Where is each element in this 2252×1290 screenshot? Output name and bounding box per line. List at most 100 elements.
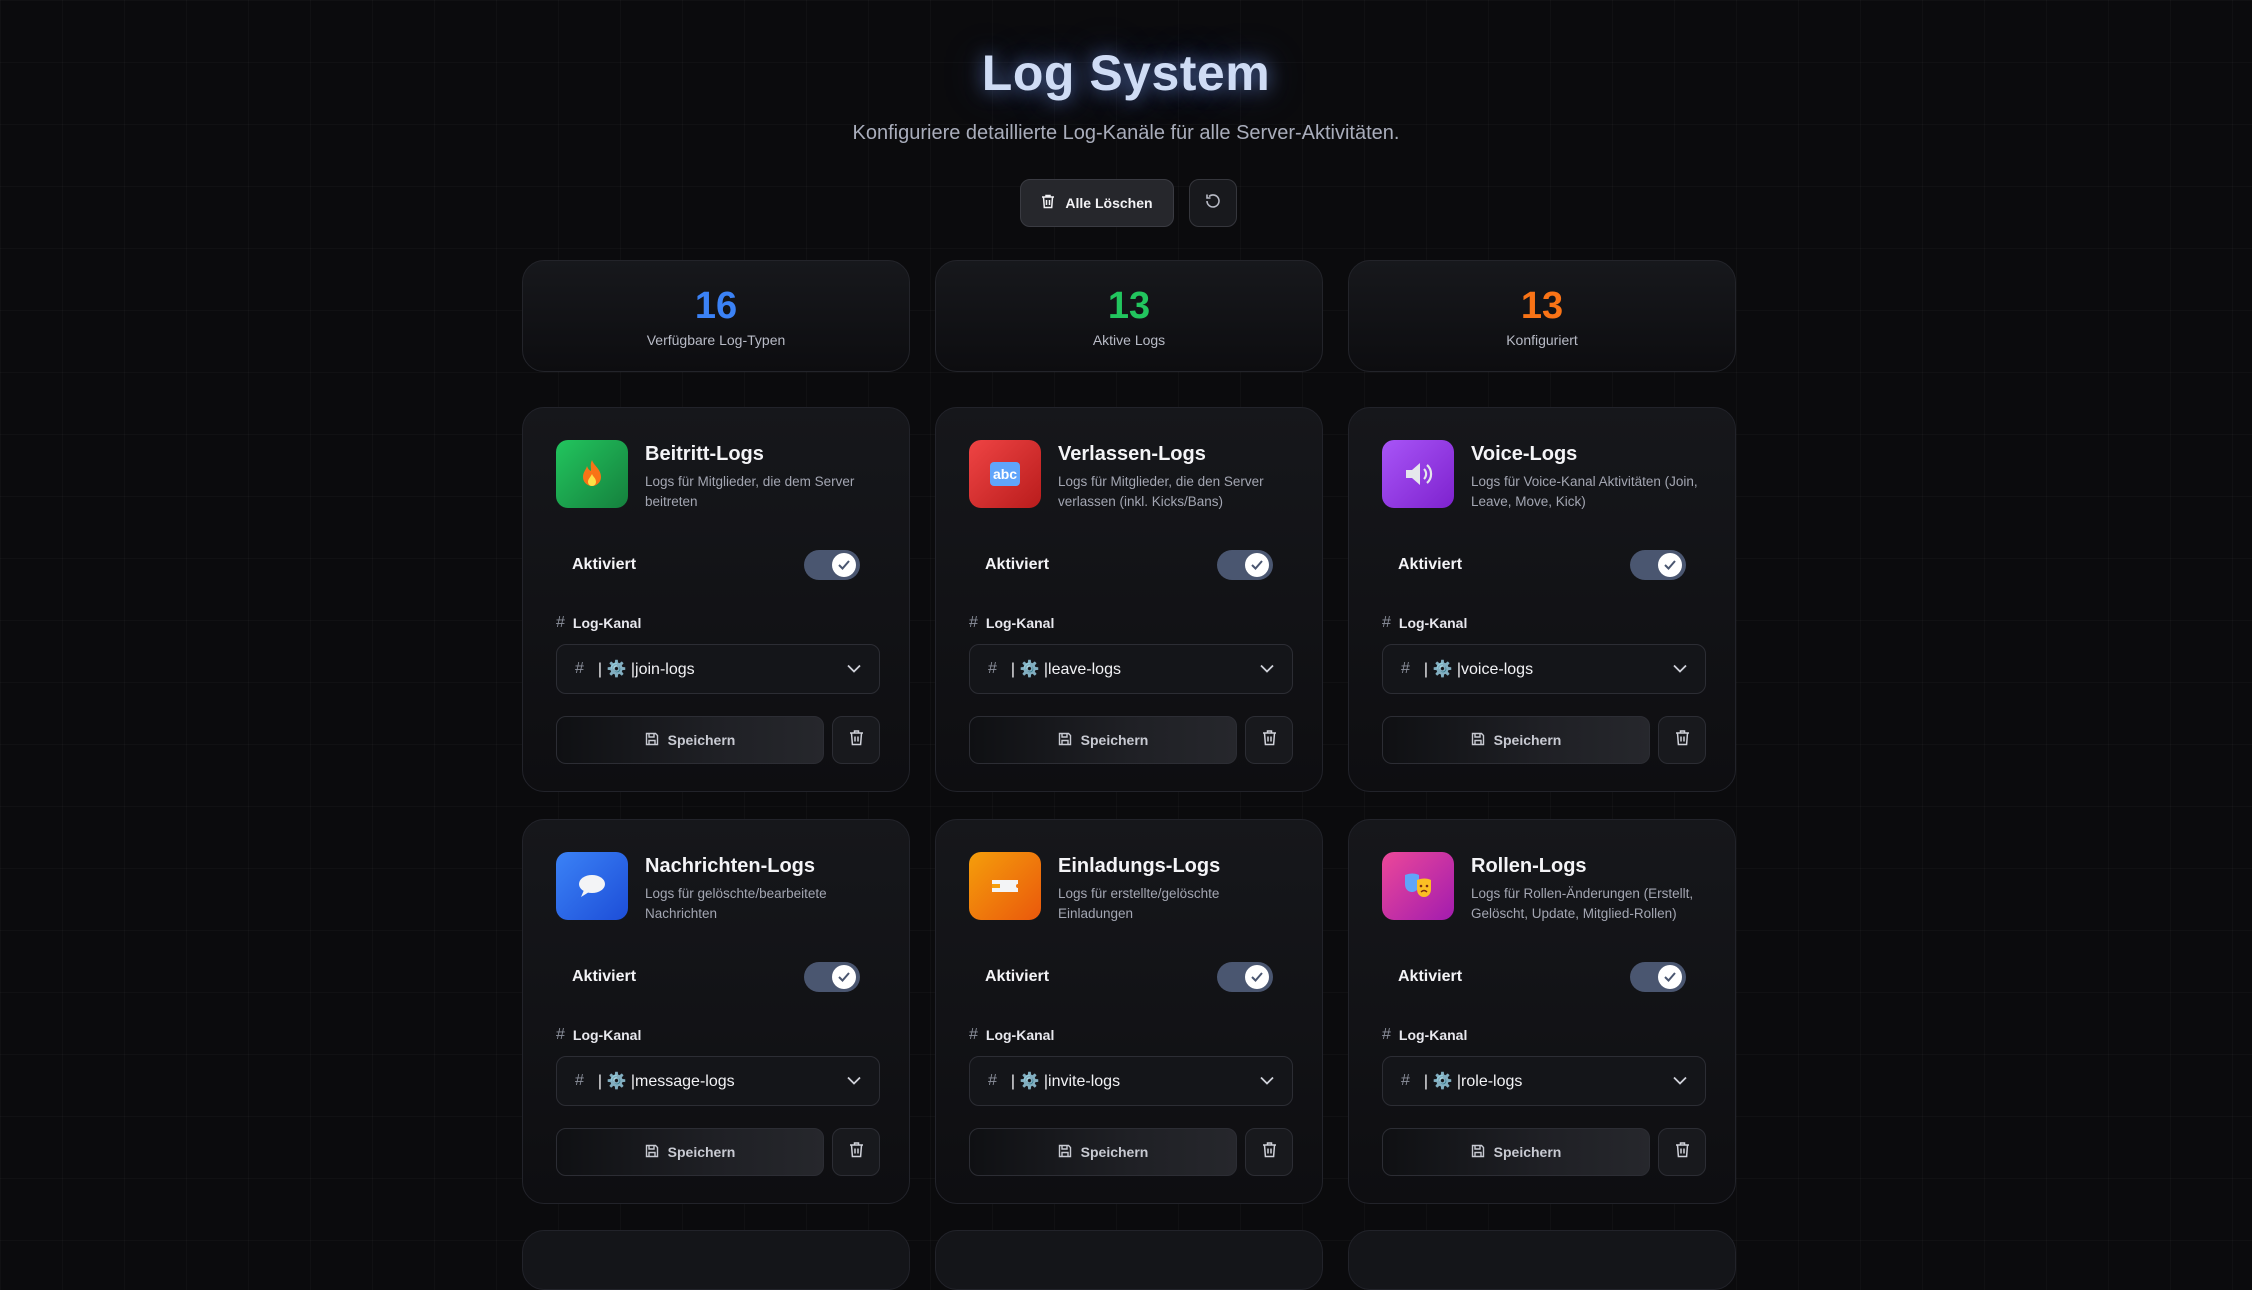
page-title: Log System <box>981 45 1271 101</box>
save-icon <box>1471 1144 1485 1161</box>
log-channel-heading: # Log-Kanal <box>1382 614 1467 632</box>
log-channel-heading: # Log-Kanal <box>1382 1026 1467 1044</box>
check-icon <box>1658 965 1682 989</box>
delete-button[interactable] <box>1658 716 1706 764</box>
enabled-label: Aktiviert <box>572 968 637 985</box>
selected-channel: | ⚙️ |leave-logs <box>1010 661 1121 678</box>
log-channel-select[interactable]: # | ⚙️ |leave-logs <box>969 644 1293 694</box>
enabled-row: Aktiviert <box>556 950 876 1004</box>
save-label: Speichern <box>1493 732 1562 748</box>
log-card-partial <box>935 1230 1323 1290</box>
hash-icon: # <box>556 1026 565 1043</box>
card-title: Nachrichten-Logs <box>645 855 816 877</box>
delete-button[interactable] <box>1658 1128 1706 1176</box>
enabled-label: Aktiviert <box>985 968 1050 985</box>
log-channel-select[interactable]: # | ⚙️ |message-logs <box>556 1056 880 1106</box>
fire-icon <box>556 440 628 508</box>
trash-icon <box>1675 1141 1690 1163</box>
delete-button[interactable] <box>1245 1128 1293 1176</box>
save-button[interactable]: Speichern <box>969 716 1237 764</box>
card-title: Verlassen-Logs <box>1058 443 1206 465</box>
hash-icon: # <box>556 614 565 631</box>
stat-label: Verfügbare Log-Typen <box>646 332 786 348</box>
theater-masks-icon <box>1382 852 1454 920</box>
save-button[interactable]: Speichern <box>556 1128 824 1176</box>
log-card-join: Beitritt-Logs Logs für Mitglieder, die d… <box>522 407 910 792</box>
log-card-partial <box>522 1230 910 1290</box>
enabled-toggle[interactable] <box>1630 962 1686 992</box>
log-channel-label: Log-Kanal <box>572 615 642 631</box>
check-icon <box>1245 553 1269 577</box>
delete-button[interactable] <box>832 716 880 764</box>
save-label: Speichern <box>1080 732 1149 748</box>
log-card-partial <box>1348 1230 1736 1290</box>
log-card-leave: abc Verlassen-Logs Logs für Mitglieder, … <box>935 407 1323 792</box>
stat-active-logs: 13 Aktive Logs <box>935 260 1323 372</box>
selected-channel: | ⚙️ |voice-logs <box>1423 661 1534 678</box>
check-icon <box>832 965 856 989</box>
card-title: Einladungs-Logs <box>1058 855 1221 877</box>
log-channel-label: Log-Kanal <box>572 1027 642 1043</box>
card-description: Logs für Rollen-Änderungen (Erstellt, Ge… <box>1471 886 1694 921</box>
log-channel-select[interactable]: # | ⚙️ |invite-logs <box>969 1056 1293 1106</box>
enabled-toggle[interactable] <box>1217 962 1273 992</box>
abc-icon: abc <box>969 440 1041 508</box>
hash-icon: # <box>575 1072 584 1089</box>
stat-available-log-types: 16 Verfügbare Log-Typen <box>522 260 910 372</box>
selected-channel: | ⚙️ |join-logs <box>597 661 695 678</box>
enabled-toggle[interactable] <box>804 962 860 992</box>
save-label: Speichern <box>1080 1144 1149 1160</box>
log-card-invites: Einladungs-Logs Logs für erstellte/gelös… <box>935 819 1323 1204</box>
enabled-row: Aktiviert <box>969 538 1289 592</box>
speech-bubble-icon <box>556 852 628 920</box>
save-button[interactable]: Speichern <box>1382 1128 1650 1176</box>
stat-configured: 13 Konfiguriert <box>1348 260 1736 372</box>
log-channel-label: Log-Kanal <box>1398 1027 1468 1043</box>
selected-channel: | ⚙️ |invite-logs <box>1010 1073 1121 1090</box>
hash-icon: # <box>969 1026 978 1043</box>
trash-icon <box>1041 194 1055 212</box>
save-icon <box>645 732 659 749</box>
trash-icon <box>849 1141 864 1163</box>
log-channel-select[interactable]: # | ⚙️ |role-logs <box>1382 1056 1706 1106</box>
card-description: Logs für Voice-Kanal Aktivitäten (Join, … <box>1471 474 1698 509</box>
enabled-row: Aktiviert <box>556 538 876 592</box>
log-channel-label: Log-Kanal <box>985 615 1055 631</box>
card-description: Logs für Mitglieder, die dem Server beit… <box>645 474 855 509</box>
enabled-toggle[interactable] <box>804 550 860 580</box>
enabled-toggle[interactable] <box>1217 550 1273 580</box>
log-card-voice: Voice-Logs Logs für Voice-Kanal Aktivitä… <box>1348 407 1736 792</box>
chevron-down-icon <box>847 1072 861 1090</box>
save-button[interactable]: Speichern <box>556 716 824 764</box>
save-button[interactable]: Speichern <box>1382 716 1650 764</box>
enabled-label: Aktiviert <box>572 556 637 573</box>
hash-icon: # <box>1382 614 1391 631</box>
trash-icon <box>1262 729 1277 751</box>
enabled-label: Aktiviert <box>1398 556 1463 573</box>
ticket-icon <box>969 852 1041 920</box>
enabled-label: Aktiviert <box>1398 968 1463 985</box>
save-button[interactable]: Speichern <box>969 1128 1237 1176</box>
hash-icon: # <box>1401 660 1410 677</box>
enabled-toggle[interactable] <box>1630 550 1686 580</box>
log-channel-select[interactable]: # | ⚙️ |voice-logs <box>1382 644 1706 694</box>
hash-icon: # <box>1382 1026 1391 1043</box>
refresh-button[interactable] <box>1189 179 1237 227</box>
check-icon <box>832 553 856 577</box>
log-channel-select[interactable]: # | ⚙️ |join-logs <box>556 644 880 694</box>
trash-icon <box>849 729 864 751</box>
card-title: Rollen-Logs <box>1471 855 1587 877</box>
card-title: Voice-Logs <box>1471 443 1578 465</box>
delete-button[interactable] <box>832 1128 880 1176</box>
hash-icon: # <box>1401 1072 1410 1089</box>
hash-icon: # <box>969 614 978 631</box>
card-title: Beitritt-Logs <box>645 443 764 465</box>
check-icon <box>1658 553 1682 577</box>
delete-all-button[interactable]: Alle Löschen <box>1020 179 1174 227</box>
hash-icon: # <box>575 660 584 677</box>
stat-label: Konfiguriert <box>1506 332 1578 348</box>
log-channel-label: Log-Kanal <box>1398 615 1468 631</box>
check-icon <box>1245 965 1269 989</box>
delete-button[interactable] <box>1245 716 1293 764</box>
enabled-row: Aktiviert <box>969 950 1289 1004</box>
